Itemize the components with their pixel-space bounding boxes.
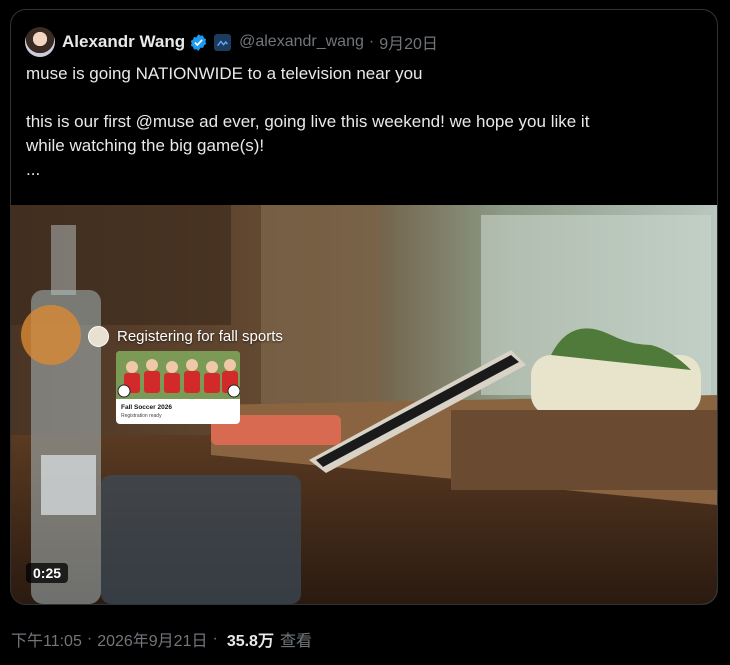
author-avatar[interactable]	[25, 27, 55, 57]
views-label: 查看	[279, 633, 312, 650]
overlay-registration-card: Fall Soccer 2026 Registration ready	[116, 351, 240, 424]
quoted-post-card[interactable]: Alexandr Wang @alexandr_wang · 9月20日 mus…	[10, 9, 718, 605]
overlay-caption: Registering for fall sports	[88, 326, 283, 347]
post-date[interactable]: 9月20日	[379, 30, 438, 54]
post-text-line: muse is going NATIONWIDE to a television…	[26, 64, 423, 83]
video-player[interactable]: Registering for fall sports Fall Soccer …	[11, 205, 717, 604]
post-text-line: this is our first @muse ad ever, going l…	[26, 112, 590, 131]
verified-badge-icon[interactable]	[189, 33, 208, 52]
overlay-avatar	[88, 326, 109, 347]
video-duration: 0:25	[26, 563, 69, 583]
team-photo	[116, 351, 240, 399]
post-time[interactable]: 下午11:05	[11, 627, 82, 651]
show-more[interactable]: ...	[26, 158, 686, 182]
post-full-date[interactable]: 2026年9月21日	[97, 627, 207, 651]
author-name[interactable]: Alexandr Wang	[62, 32, 185, 52]
post-header: Alexandr Wang @alexandr_wang · 9月20日	[25, 27, 438, 57]
footer-separator: ·	[86, 630, 93, 647]
header-separator: ·	[368, 33, 375, 50]
view-count: 35.8万	[226, 633, 274, 650]
card-subtitle: Registration ready	[121, 413, 162, 419]
author-handle[interactable]: @alexandr_wang	[239, 33, 364, 51]
post-footer: 下午11:05 · 2026年9月21日 · 35.8万 查看	[11, 627, 312, 651]
card-title: Fall Soccer 2026	[121, 404, 172, 411]
affiliate-badge-icon[interactable]	[214, 33, 232, 51]
post-text-line: while watching the big game(s)!	[26, 136, 265, 155]
footer-separator: ·	[212, 630, 218, 647]
post-text: muse is going NATIONWIDE to a television…	[26, 62, 686, 182]
overlay-title: Registering for fall sports	[117, 328, 283, 345]
